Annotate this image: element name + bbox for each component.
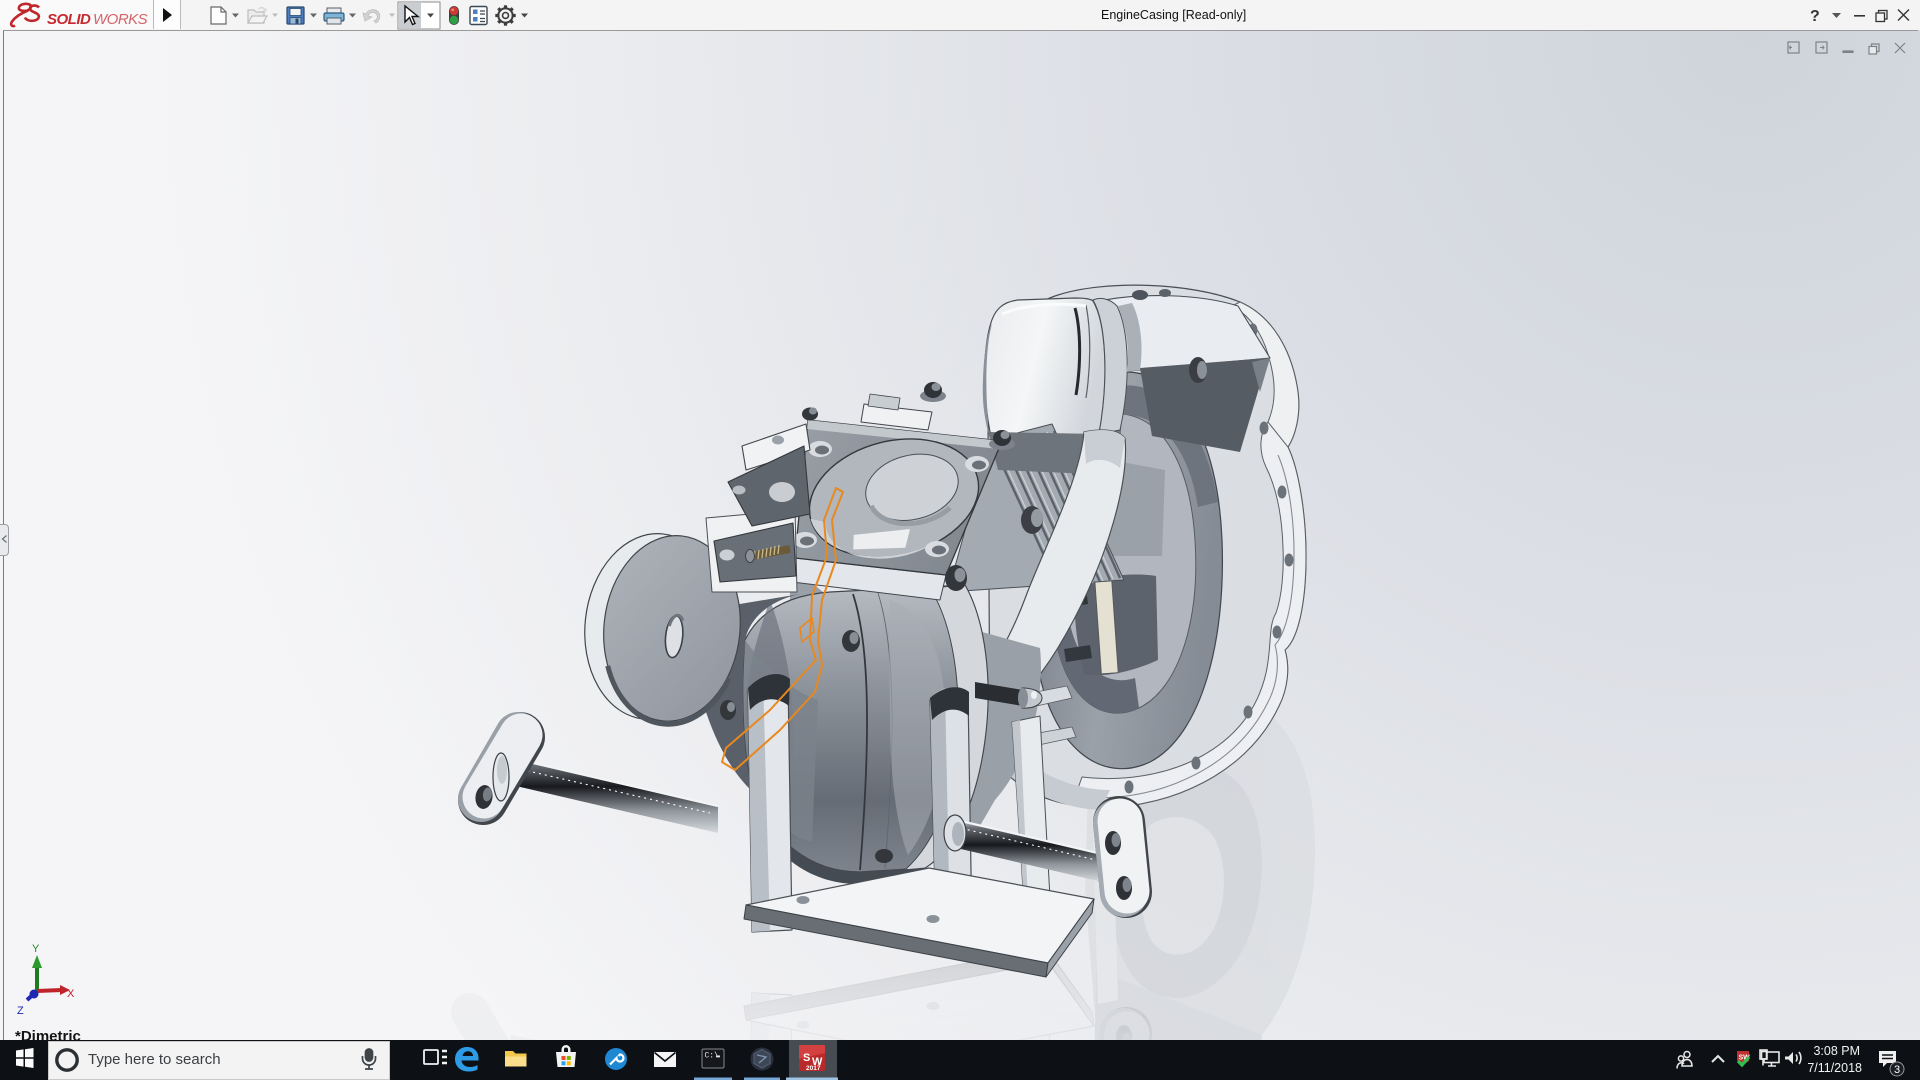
svg-text:S: S <box>803 1052 810 1064</box>
svg-text:Y: Y <box>32 943 40 955</box>
svg-text:3: 3 <box>1894 1064 1900 1076</box>
svg-text:X: X <box>67 988 75 1000</box>
svg-text:Z: Z <box>17 1005 24 1017</box>
svg-text:2017: 2017 <box>806 1065 821 1072</box>
svg-text:?: ? <box>1810 8 1820 25</box>
